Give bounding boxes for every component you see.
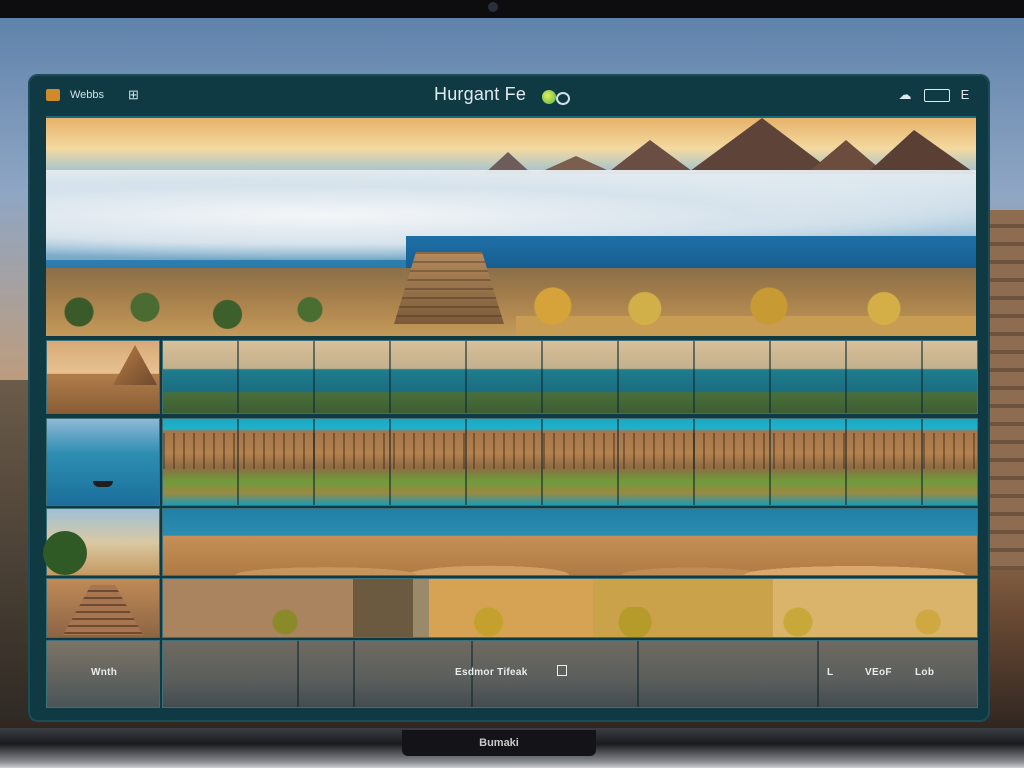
badge-icon xyxy=(542,90,556,104)
background-scenery-right xyxy=(990,210,1024,570)
caption-right-a: L xyxy=(827,667,834,678)
close-icon[interactable]: E xyxy=(958,87,972,103)
gallery-row xyxy=(46,578,978,638)
background-scenery-left xyxy=(0,380,30,720)
laptop-bezel-top xyxy=(0,0,1024,18)
strip-dividers xyxy=(163,419,977,505)
filmstrip-landscape[interactable] xyxy=(162,578,978,638)
pyramid-shape xyxy=(686,118,836,174)
image-gallery: Wnth Esdmor Tifeak L VEoF Lob xyxy=(43,340,978,712)
thumbnail-pyramid[interactable] xyxy=(46,340,160,414)
app-name: Webbs xyxy=(70,89,105,101)
strip-dividers xyxy=(163,341,977,413)
grid-icon[interactable]: ⊞ xyxy=(128,88,142,102)
thumbnail-tree[interactable] xyxy=(43,508,160,576)
filmstrip-ruins[interactable] xyxy=(162,418,978,506)
webcam xyxy=(488,2,498,12)
caption-left: Wnth xyxy=(91,667,118,678)
gallery-row: Wnth Esdmor Tifeak L VEoF Lob xyxy=(46,640,978,708)
cloud-icon[interactable]: ☁ xyxy=(894,87,916,103)
filmstrip-reflection[interactable]: Esdmor Tifeak L VEoF Lob xyxy=(162,640,978,708)
thumbnail-boat[interactable] xyxy=(46,418,160,506)
caption-middle: Esdmor Tifeak xyxy=(455,667,528,678)
thumbnail-reflection[interactable]: Wnth xyxy=(46,640,160,708)
thumbnail-steps[interactable] xyxy=(46,578,160,638)
filmstrip-water[interactable] xyxy=(162,340,978,414)
file-icon[interactable] xyxy=(557,665,567,676)
filmstrip-dunes[interactable] xyxy=(162,508,978,576)
pyramid-shape xyxy=(606,140,696,174)
trees xyxy=(46,288,376,336)
laptop-brand: Bumaki xyxy=(402,730,596,756)
app-window: Webbs ⊞ Hurgant Fe ☁ E Wnth Esdmor Tifea… xyxy=(28,74,990,722)
bushes xyxy=(516,286,976,336)
window-title: Hurgant Fe xyxy=(434,84,526,105)
window-title-text: Hurgant F xyxy=(434,84,516,104)
window-title-suffix: e xyxy=(515,84,527,104)
title-bar: Webbs ⊞ Hurgant Fe ☁ E xyxy=(28,74,990,116)
caption-right-c: Lob xyxy=(915,667,935,678)
maximize-icon[interactable] xyxy=(924,89,950,102)
hero-image[interactable] xyxy=(46,116,976,336)
gallery-row xyxy=(43,508,978,576)
app-icon[interactable] xyxy=(46,89,60,101)
boat xyxy=(93,481,113,487)
caption-right-b: VEoF xyxy=(865,667,892,678)
ring-icon xyxy=(556,92,570,105)
strip-dividers xyxy=(163,641,977,707)
gallery-row xyxy=(46,418,978,506)
gallery-row xyxy=(46,340,978,414)
pyramid-shape xyxy=(866,130,976,174)
